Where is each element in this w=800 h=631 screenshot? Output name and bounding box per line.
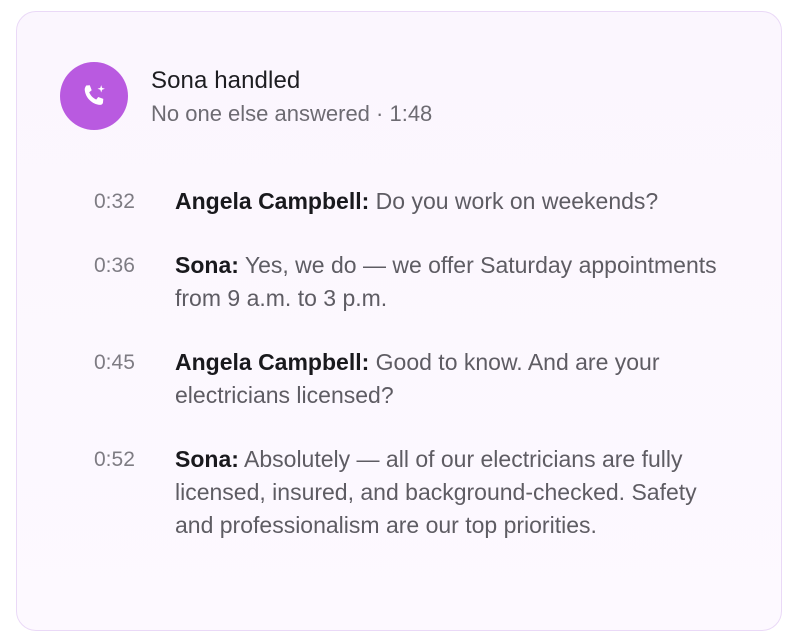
transcript-entry: 0:52 Sona: Absolutely — all of our elect… <box>94 443 754 542</box>
transcript-message: Angela Campbell: Do you work on weekends… <box>175 185 735 218</box>
message-text: Yes, we do — we offer Saturday appointme… <box>175 252 717 311</box>
transcript-message: Sona: Absolutely — all of our electricia… <box>175 443 735 542</box>
call-title: Sona handled <box>151 67 301 94</box>
transcript-timestamp: 0:32 <box>94 190 135 213</box>
transcript-timestamp: 0:52 <box>94 448 135 471</box>
speaker-name: Angela Campbell: <box>175 349 370 375</box>
message-text: Do you work on weekends? <box>375 188 659 214</box>
call-transcript: 0:32 Angela Campbell: Do you work on wee… <box>94 185 754 573</box>
transcript-entry: 0:45 Angela Campbell: Good to know. And … <box>94 346 754 412</box>
call-subtitle: No one else answered · 1:48 <box>151 101 433 126</box>
speaker-name: Sona: <box>175 446 239 472</box>
transcript-message: Angela Campbell: Good to know. And are y… <box>175 346 735 412</box>
speaker-name: Sona: <box>175 252 239 278</box>
speaker-name: Angela Campbell: <box>175 188 370 214</box>
call-summary-card: Sona handled No one else answered · 1:48… <box>16 11 782 631</box>
call-header: Sona handled No one else answered · 1:48 <box>60 62 432 130</box>
phone-ai-icon <box>60 62 128 130</box>
transcript-timestamp: 0:36 <box>94 254 135 277</box>
transcript-timestamp: 0:45 <box>94 351 135 374</box>
transcript-entry: 0:32 Angela Campbell: Do you work on wee… <box>94 185 754 218</box>
transcript-entry: 0:36 Sona: Yes, we do — we offer Saturda… <box>94 249 754 315</box>
message-text: Absolutely — all of our electricians are… <box>175 446 697 538</box>
transcript-message: Sona: Yes, we do — we offer Saturday app… <box>175 249 735 315</box>
